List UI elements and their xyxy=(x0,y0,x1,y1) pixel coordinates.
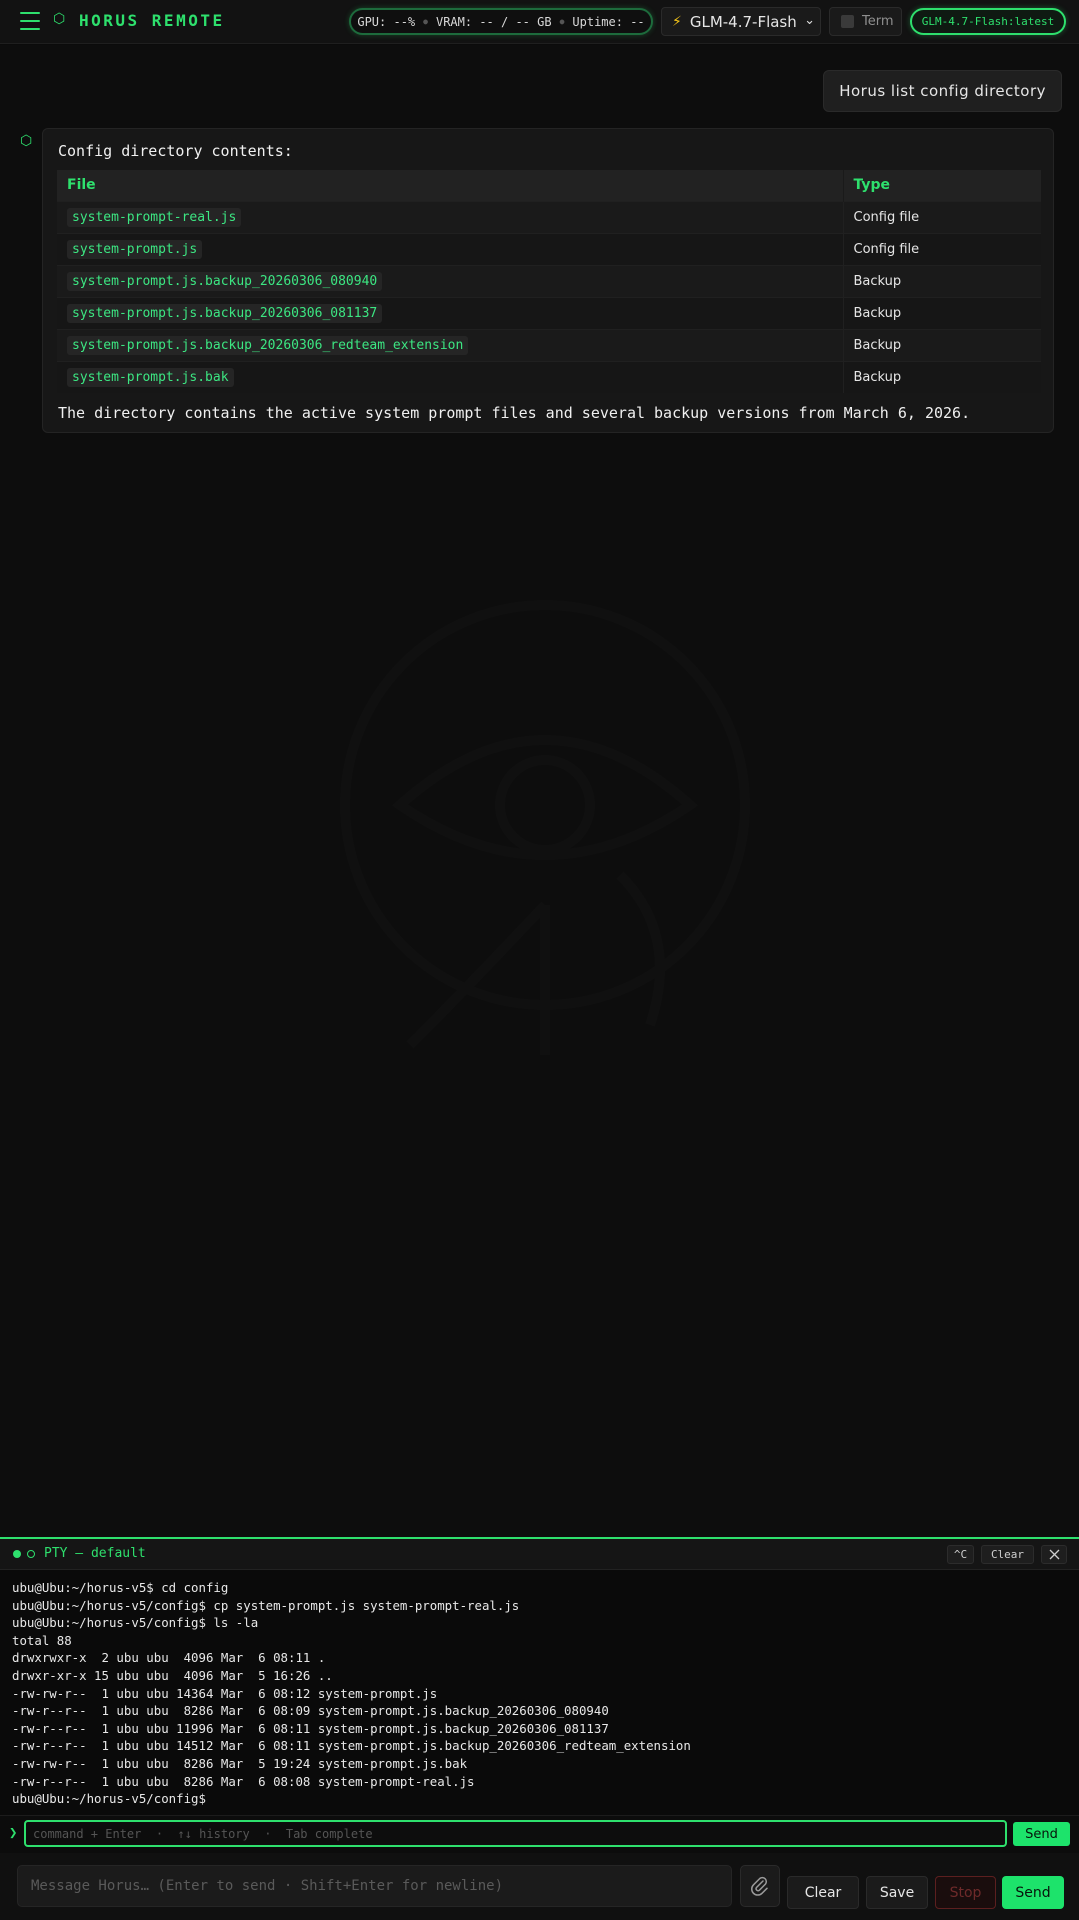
save-chat-button[interactable]: Save xyxy=(866,1876,928,1909)
term-toggle-button[interactable]: Term xyxy=(829,7,902,36)
hamburger-menu-icon[interactable] xyxy=(20,12,40,30)
table-row: system-prompt.js.bak Backup xyxy=(57,360,1041,393)
table-cell-file: system-prompt.js.backup_20260306_081137 xyxy=(57,296,843,329)
file-name-code: system-prompt.js xyxy=(67,239,203,259)
stop-generation-button[interactable]: Stop xyxy=(935,1876,996,1909)
terminal-line: -rw-r--r-- 1 ubu ubu 14512 Mar 6 08:11 s… xyxy=(12,1738,691,1754)
gpu-stat: GPU: --% xyxy=(357,14,416,29)
user-message-bubble: Horus list config directory xyxy=(823,70,1062,112)
prompt-chevron-icon: ❯ xyxy=(9,1825,18,1841)
table-header-row: File Type xyxy=(57,170,1041,201)
terminal-command-row: ❯ Send xyxy=(0,1815,1079,1853)
terminal-line: total 88 xyxy=(12,1632,72,1648)
table-row: system-prompt.js Config file xyxy=(57,232,1041,265)
uptime-stat: Uptime: -- xyxy=(572,14,645,29)
table-cell-file: system-prompt.js.backup_20260306_redteam… xyxy=(57,328,843,361)
file-name-code: system-prompt.js.backup_20260306_redteam… xyxy=(67,335,469,355)
table-cell-file: system-prompt.js.bak xyxy=(57,360,843,393)
send-message-button[interactable]: Send xyxy=(1002,1876,1064,1909)
term-toggle-label: Term xyxy=(862,14,894,29)
assistant-message-card: Config directory contents: File Type sys… xyxy=(42,128,1054,433)
model-select-dropdown[interactable]: ⚡ GLM-4.7-Flash ⌄ xyxy=(661,7,821,36)
file-name-code: system-prompt.js.backup_20260306_080940 xyxy=(67,271,383,291)
table-cell-file: system-prompt.js.backup_20260306_080940 xyxy=(57,264,843,297)
terminal-header: PTY — default ^C Clear xyxy=(0,1539,1079,1570)
status-dot-filled-icon xyxy=(13,1550,21,1558)
terminal-line: -rw-r--r-- 1 ubu ubu 8286 Mar 6 08:08 sy… xyxy=(12,1773,475,1789)
status-dot-hollow-icon xyxy=(27,1550,35,1558)
system-stats-pill: GPU: --% ● VRAM: -- / -- GB ● Uptime: -- xyxy=(349,8,653,35)
brand-title: HORUS REMOTE xyxy=(79,11,225,30)
terminal-line: ubu@Ubu:~/horus-v5/config$ cp system-pro… xyxy=(12,1597,520,1613)
table-cell-file: system-prompt.js xyxy=(57,232,843,265)
chevron-down-icon: ⌄ xyxy=(804,13,815,28)
separator-dot-icon: ● xyxy=(559,17,565,26)
terminal-line: -rw-r--r-- 1 ubu ubu 11996 Mar 6 08:11 s… xyxy=(12,1720,609,1736)
terminal-line: drwxr-xr-x 15 ubu ubu 4096 Mar 5 16:26 .… xyxy=(12,1667,333,1683)
clear-chat-button[interactable]: Clear xyxy=(787,1876,859,1909)
table-cell-type: Backup xyxy=(842,360,1041,393)
top-bar: ⬡ HORUS REMOTE GPU: --% ● VRAM: -- / -- … xyxy=(0,0,1079,44)
table-cell-type: Config file xyxy=(842,200,1041,233)
terminal-line: -rw-rw-r-- 1 ubu ubu 14364 Mar 6 08:12 s… xyxy=(12,1685,438,1701)
terminal-clear-button[interactable]: Clear xyxy=(981,1545,1034,1564)
table-row: system-prompt-real.js Config file xyxy=(57,200,1041,233)
assistant-summary-text: The directory contains the active system… xyxy=(58,404,971,422)
file-name-code: system-prompt-real.js xyxy=(67,207,242,227)
table-cell-type: Config file xyxy=(842,232,1041,265)
terminal-line: -rw-r--r-- 1 ubu ubu 8286 Mar 6 08:09 sy… xyxy=(12,1703,609,1719)
table-row: system-prompt.js.backup_20260306_redteam… xyxy=(57,328,1041,361)
table-cell-type: Backup xyxy=(842,296,1041,329)
terminal-line: ubu@Ubu:~/horus-v5/config$ xyxy=(12,1791,206,1807)
separator-dot-icon: ● xyxy=(423,17,428,26)
hexagon-logo-icon: ⬡ xyxy=(53,11,66,27)
file-name-code: system-prompt.js.backup_20260306_081137 xyxy=(67,303,383,323)
terminal-title: PTY — default xyxy=(44,1546,146,1561)
terminal-square-icon xyxy=(841,15,854,28)
table-row: system-prompt.js.backup_20260306_080940 … xyxy=(57,264,1041,297)
bot-hexagon-icon: ⬡ xyxy=(20,133,33,149)
file-name-code: system-prompt.js.bak xyxy=(67,367,234,387)
table-header-type: Type xyxy=(842,170,1041,201)
table-row: system-prompt.js.backup_20260306_081137 … xyxy=(57,296,1041,329)
vram-stat: VRAM: -- / -- GB xyxy=(435,14,552,29)
terminal-interrupt-button[interactable]: ^C xyxy=(947,1545,974,1564)
lightning-bolt-icon: ⚡ xyxy=(672,13,682,30)
config-directory-table: File Type system-prompt-real.js Config f… xyxy=(57,170,1041,393)
terminal-send-button[interactable]: Send xyxy=(1013,1822,1070,1846)
message-input[interactable] xyxy=(17,1865,732,1907)
model-select-value: GLM-4.7-Flash xyxy=(689,12,797,31)
table-cell-file: system-prompt-real.js xyxy=(57,200,843,233)
close-icon xyxy=(1049,1549,1059,1560)
message-composer: Clear Save Stop Send xyxy=(0,1853,1079,1920)
horus-watermark-icon xyxy=(340,600,750,1055)
paperclip-icon xyxy=(751,1876,768,1896)
terminal-command-input[interactable] xyxy=(24,1820,1007,1847)
table-cell-type: Backup xyxy=(842,328,1041,361)
terminal-line: ubu@Ubu:~/horus-v5$ cd config xyxy=(12,1580,229,1595)
terminal-panel: PTY — default ^C Clear ubu@Ubu:~/horus-v… xyxy=(0,1537,1079,1815)
active-model-badge: GLM-4.7-Flash:latest xyxy=(910,8,1066,35)
terminal-output[interactable]: ubu@Ubu:~/horus-v5$ cd config ubu@Ubu:~/h… xyxy=(12,1579,691,1808)
terminal-line: -rw-rw-r-- 1 ubu ubu 8286 Mar 5 19:24 sy… xyxy=(12,1755,468,1771)
attach-file-button[interactable] xyxy=(740,1865,780,1907)
terminal-line: drwxrwxr-x 2 ubu ubu 4096 Mar 6 08:11 . xyxy=(12,1650,326,1666)
table-header-file: File xyxy=(57,170,843,201)
assistant-intro-text: Config directory contents: xyxy=(58,142,293,160)
table-cell-type: Backup xyxy=(842,264,1041,297)
chat-area: Horus list config directory ⬡ Config dir… xyxy=(0,45,1079,1537)
terminal-close-button[interactable] xyxy=(1041,1545,1067,1564)
terminal-line: ubu@Ubu:~/horus-v5/config$ ls -la xyxy=(12,1615,259,1631)
